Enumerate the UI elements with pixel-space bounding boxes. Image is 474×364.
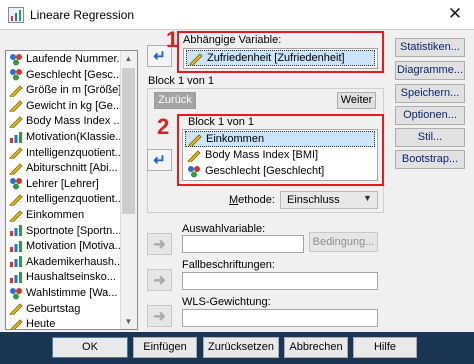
chevron-down-icon: ▼ xyxy=(363,193,372,203)
scale-icon xyxy=(9,302,23,317)
variable-list-item[interactable]: Wahlstimme [Wa... xyxy=(9,286,117,301)
bootstrap-button[interactable]: Bootstrap... xyxy=(395,150,465,169)
variable-list[interactable]: Laufende Nummer... Geschlecht [Gesc... Grö… xyxy=(5,50,138,330)
ordinal-icon xyxy=(9,224,23,237)
dependent-value: Zufriedenheit [Zufriedenheit] xyxy=(207,52,345,64)
variable-list-item[interactable]: Einkommen xyxy=(9,208,84,224)
reset-button[interactable]: Zurücksetzen xyxy=(203,337,279,358)
block-header: Block 1 von 1 xyxy=(148,75,215,87)
case-labels-field[interactable] xyxy=(182,272,378,290)
variable-list-item[interactable]: Gewicht in kg [Ge... xyxy=(9,99,122,114)
move-to-wls-button[interactable]: ➜ xyxy=(147,305,172,327)
variable-list-item[interactable]: Sportnote [Sportn... xyxy=(9,224,121,239)
move-to-case-labels-button[interactable]: ➜ xyxy=(147,269,172,291)
window-title: Lineare Regression xyxy=(30,8,135,22)
variable-list-item[interactable]: Größe in m [Größe] xyxy=(9,83,121,99)
nominal-icon xyxy=(9,287,23,300)
save-button[interactable]: Speichern... xyxy=(395,84,465,103)
independent-list[interactable]: Einkommen Body Mass Index [BMI] Geschlec… xyxy=(182,129,378,181)
plots-button[interactable]: Diagramme... xyxy=(395,61,465,80)
help-button[interactable]: Hilfe xyxy=(353,337,417,358)
cancel-button[interactable]: Abbrechen xyxy=(284,337,348,358)
block-inner-header: Block 1 von 1 xyxy=(188,116,255,128)
wls-label: WLS-Gewichtung: xyxy=(182,296,271,308)
variable-list-item[interactable]: Intelligenzquotient... xyxy=(9,146,124,161)
nominal-icon xyxy=(187,165,201,178)
method-value: Einschluss xyxy=(287,194,340,206)
ordinal-icon xyxy=(9,131,23,144)
ordinal-icon xyxy=(9,240,23,253)
block-next-button[interactable]: Weiter xyxy=(337,92,376,109)
scale-icon xyxy=(9,115,23,130)
variable-list-item[interactable]: Laufende Nummer... xyxy=(9,52,126,67)
independent-item[interactable]: Einkommen xyxy=(185,131,375,148)
variable-list-item[interactable]: Motivation [Motiva... xyxy=(9,239,124,254)
dependent-value-row[interactable]: Zufriedenheit [Zufriedenheit] xyxy=(186,50,375,67)
wls-field[interactable] xyxy=(182,309,378,327)
scale-icon xyxy=(189,52,203,67)
variable-list-item[interactable]: Motivation(Klassie... xyxy=(9,130,124,145)
scroll-up-icon[interactable]: ▲ xyxy=(120,51,137,66)
variable-list-item[interactable]: Haushaltseinsko... xyxy=(9,270,116,285)
method-select[interactable]: Einschluss ▼ xyxy=(280,191,378,209)
scale-icon xyxy=(188,133,202,148)
paste-button[interactable]: Einfügen xyxy=(133,337,197,358)
scale-icon xyxy=(9,84,23,99)
block-back-button[interactable]: Zurück xyxy=(154,92,196,109)
ok-button[interactable]: OK xyxy=(52,337,128,358)
arrow-right-icon: ➜ xyxy=(153,308,166,325)
move-to-independent-button[interactable]: ↵ xyxy=(147,149,172,171)
dependent-field[interactable]: Zufriedenheit [Zufriedenheit] xyxy=(183,48,378,69)
variable-list-item[interactable]: Geschlecht [Gesc... xyxy=(9,68,122,83)
scale-icon xyxy=(9,193,23,208)
selection-field[interactable] xyxy=(182,235,304,253)
scale-icon xyxy=(9,209,23,224)
style-button[interactable]: Stil... xyxy=(395,128,465,147)
condition-button[interactable]: Bedingung... xyxy=(309,232,378,252)
arrow-right-icon: ➜ xyxy=(153,236,166,253)
nominal-icon xyxy=(9,53,23,66)
selection-label: Auswahlvariable: xyxy=(182,223,266,235)
statistics-button[interactable]: Statistiken... xyxy=(395,38,465,57)
scroll-down-icon[interactable]: ▼ xyxy=(120,314,137,329)
dependent-label: Abhängige Variable: xyxy=(183,34,282,46)
app-icon xyxy=(8,7,24,23)
variable-list-item[interactable]: Lehrer [Lehrer] xyxy=(9,177,99,192)
ordinal-icon xyxy=(9,255,23,268)
variable-list-item[interactable]: Heute xyxy=(9,317,55,329)
variable-list-item[interactable]: Geburtstag xyxy=(9,302,80,317)
variable-list-item[interactable]: Body Mass Index ... xyxy=(9,114,123,130)
marker-2: 2 xyxy=(157,114,170,139)
variable-list-item[interactable]: Intelligenzquotient... xyxy=(9,192,124,208)
case-labels-label: Fallbeschriftungen: xyxy=(182,259,275,271)
variable-list-item[interactable]: Abiturschnitt [Abi... xyxy=(9,161,118,177)
variable-list-item[interactable]: Akademikerhaush... xyxy=(9,255,123,270)
nominal-icon xyxy=(9,68,23,81)
arrow-right-icon: ➜ xyxy=(153,272,166,289)
close-icon[interactable]: ✕ xyxy=(441,2,469,26)
scale-icon xyxy=(9,99,23,114)
method-label: Methode: xyxy=(229,194,275,206)
scale-icon xyxy=(9,146,23,161)
ordinal-icon xyxy=(9,271,23,284)
scroll-thumb[interactable] xyxy=(122,68,135,214)
arrow-left-icon: ↵ xyxy=(153,152,166,169)
nominal-icon xyxy=(9,177,23,190)
independent-item[interactable]: Body Mass Index [BMI] xyxy=(185,147,318,164)
independent-item[interactable]: Geschlecht [Geschlecht] xyxy=(185,163,324,179)
scale-icon xyxy=(9,162,23,177)
scale-icon xyxy=(9,318,23,329)
scale-icon xyxy=(187,149,201,164)
move-to-selection-button[interactable]: ➜ xyxy=(147,233,172,255)
options-button[interactable]: Optionen... xyxy=(395,106,465,125)
